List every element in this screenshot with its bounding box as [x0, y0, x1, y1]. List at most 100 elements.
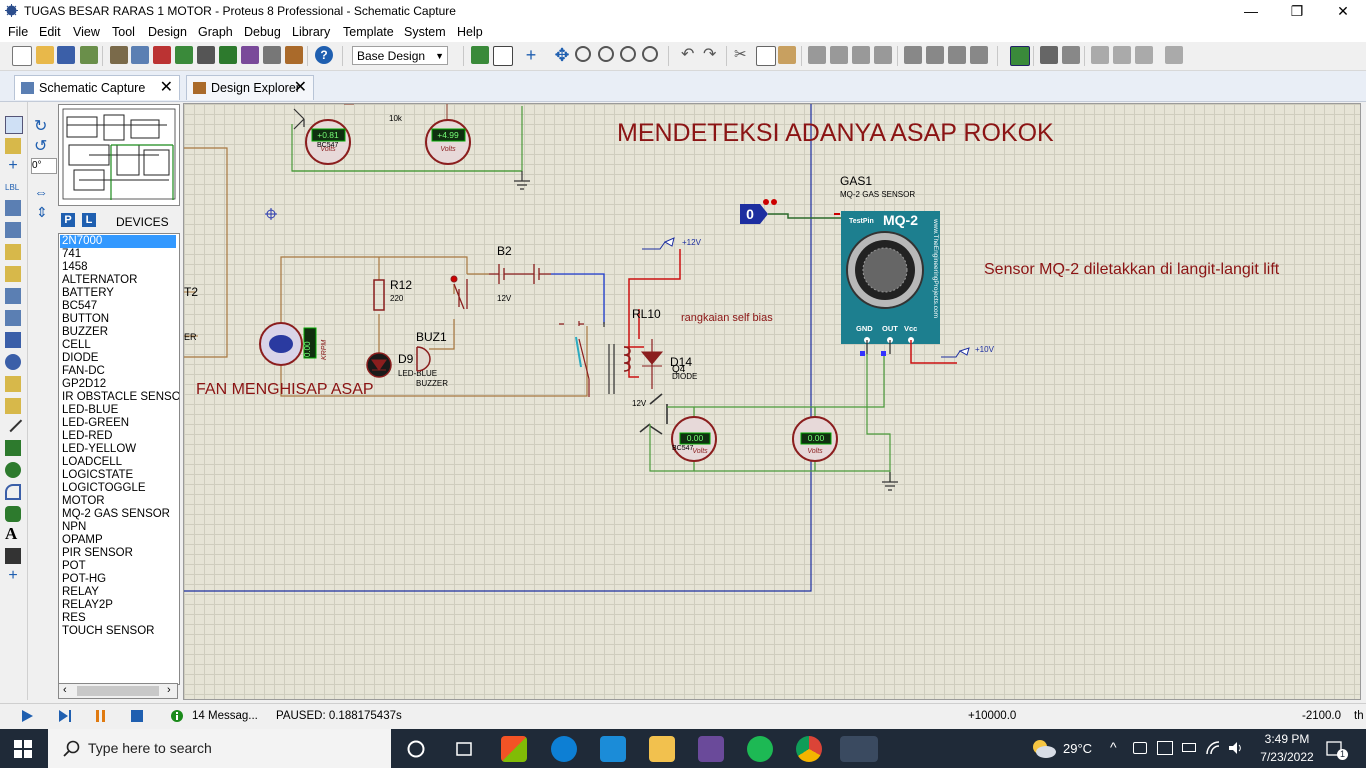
canvas-vertical-scrollbar[interactable]	[1361, 103, 1366, 700]
search-icon[interactable]	[1040, 46, 1058, 64]
device-list-item[interactable]: BATTERY	[62, 287, 114, 300]
device-list-item[interactable]: FAN-DC	[62, 365, 105, 378]
device-list-item[interactable]: TOUCH SENSOR	[62, 625, 154, 638]
device-list-item[interactable]: MQ-2 GAS SENSOR	[62, 508, 170, 521]
stop-icon[interactable]	[130, 709, 144, 723]
zoom-in-icon[interactable]	[575, 46, 591, 62]
refresh-icon[interactable]	[471, 46, 489, 64]
redo-icon[interactable]: ↷	[703, 46, 721, 64]
menu-template[interactable]: Template	[343, 25, 394, 39]
device-list-item[interactable]: LED-RED	[62, 430, 112, 443]
box-tool-icon[interactable]	[5, 440, 21, 456]
symbol-tool-icon[interactable]	[5, 548, 21, 564]
pick-device-icon[interactable]	[904, 46, 922, 64]
subcircuit-icon[interactable]	[5, 244, 21, 260]
device-list-item[interactable]: ALTERNATOR	[62, 274, 137, 287]
spotify-icon[interactable]	[747, 736, 773, 762]
bom-icon[interactable]	[219, 46, 237, 64]
menu-tool[interactable]: Tool	[112, 25, 135, 39]
devices-horizontal-scrollbar[interactable]: ‹ ›	[58, 683, 178, 699]
proteus-taskbar-icon[interactable]	[840, 736, 878, 762]
menu-view[interactable]: View	[73, 25, 100, 39]
mail-icon[interactable]	[600, 736, 626, 762]
line-tool-icon[interactable]	[3, 413, 23, 433]
rotate-anticlockwise-icon[interactable]: ↺	[34, 136, 47, 156]
origin-icon[interactable]: +	[522, 46, 540, 64]
chrome-icon[interactable]	[796, 736, 822, 762]
terminals-icon[interactable]	[5, 266, 21, 282]
close-window-button[interactable]: ✕	[1320, 0, 1366, 22]
microsoft-store-icon[interactable]	[501, 736, 527, 762]
rotate-clockwise-icon[interactable]: ↻	[34, 116, 47, 136]
new-sheet-icon[interactable]	[1091, 46, 1109, 64]
tape-recorder-icon[interactable]	[5, 332, 21, 348]
maximize-button[interactable]: ❐	[1274, 0, 1320, 22]
device-list-item[interactable]: RELAY2P	[62, 599, 113, 612]
device-list-item[interactable]: IR OBSTACLE SENSOR	[62, 391, 179, 404]
device-list-item[interactable]: CELL	[62, 339, 91, 352]
open-folder-icon[interactable]	[36, 46, 54, 64]
device-list-item[interactable]: BUZZER	[62, 326, 108, 339]
block-rotate-icon[interactable]	[852, 46, 870, 64]
menu-graph[interactable]: Graph	[198, 25, 233, 39]
step-icon[interactable]	[57, 709, 73, 723]
rotation-angle-field[interactable]: 0°	[31, 158, 57, 174]
import-icon[interactable]	[80, 46, 98, 64]
current-probe-icon[interactable]	[5, 398, 21, 414]
clock-date[interactable]: 7/23/2022	[1254, 750, 1320, 764]
webcam-tray-icon[interactable]	[1157, 741, 1173, 755]
generator-icon[interactable]	[5, 354, 21, 370]
device-list-item[interactable]: RES	[62, 612, 86, 625]
help-icon[interactable]: ?	[315, 46, 333, 64]
calculator-app-icon[interactable]	[698, 736, 724, 762]
device-list-item[interactable]: LOGICTOGGLE	[62, 482, 146, 495]
grid-toggle-icon[interactable]	[493, 46, 513, 66]
decompose-icon[interactable]	[970, 46, 988, 64]
messages-count[interactable]: 14 Messag...	[192, 710, 258, 722]
electrical-rule-check-icon[interactable]	[1165, 46, 1183, 64]
device-pins-icon[interactable]	[5, 288, 21, 304]
device-list-item[interactable]: BC547	[62, 300, 97, 313]
remove-sheet-icon[interactable]	[1113, 46, 1131, 64]
chevron-up-icon[interactable]: ^	[1110, 739, 1117, 755]
circle-tool-icon[interactable]	[5, 462, 21, 478]
device-list-item[interactable]: 1458	[62, 261, 88, 274]
devices-list[interactable]: 2N7000 741 1458 ALTERNATOR BATTERY BC547 BUTTO…	[58, 233, 180, 685]
exit-to-parent-icon[interactable]	[1135, 46, 1153, 64]
overview-window[interactable]	[58, 104, 180, 206]
pcb-icon[interactable]	[153, 46, 171, 64]
menu-design[interactable]: Design	[148, 25, 187, 39]
pick-devices-button[interactable]: P	[61, 213, 75, 227]
taskbar-search-box[interactable]: Type here to search	[48, 729, 391, 768]
design-explorer-icon[interactable]	[285, 46, 303, 64]
device-list-item[interactable]: MOTOR	[62, 495, 105, 508]
clock-time[interactable]: 3:49 PM	[1259, 732, 1315, 746]
device-list-item[interactable]: LED-BLUE	[62, 404, 118, 417]
device-list-item[interactable]: LOADCELL	[62, 456, 122, 469]
graph-mode-icon[interactable]	[5, 310, 21, 326]
menu-file[interactable]: File	[8, 25, 28, 39]
scroll-left-icon[interactable]: ‹	[63, 684, 67, 696]
device-list-item[interactable]: DIODE	[62, 352, 98, 365]
device-list-item[interactable]: NPN	[62, 521, 86, 534]
edge-icon[interactable]	[551, 736, 577, 762]
device-list-item[interactable]: POT	[62, 560, 86, 573]
schematic-canvas[interactable]: 10k +0.81 Volts BC547 +4.99 Volts MENDET…	[183, 103, 1361, 700]
block-move-icon[interactable]	[830, 46, 848, 64]
home-icon[interactable]	[110, 46, 128, 64]
zoom-all-icon[interactable]	[620, 46, 636, 62]
play-icon[interactable]	[20, 709, 34, 723]
network-tray-icon[interactable]	[1133, 742, 1147, 754]
menu-library[interactable]: Library	[292, 25, 330, 39]
device-list-item[interactable]: POT-HG	[62, 573, 106, 586]
zoom-area-icon[interactable]	[642, 46, 658, 62]
device-list-item[interactable]: LED-GREEN	[62, 417, 129, 430]
device-list-item[interactable]: RELAY	[62, 586, 99, 599]
design-select[interactable]: Base Design ▼	[352, 46, 448, 65]
menu-edit[interactable]: Edit	[39, 25, 61, 39]
junction-dot-icon[interactable]: +	[5, 158, 21, 174]
battery-tray-icon[interactable]	[1182, 743, 1196, 752]
minimize-button[interactable]: —	[1228, 0, 1274, 22]
mirror-horizontal-icon[interactable]: ⇔	[34, 184, 48, 200]
selection-mode-icon[interactable]	[5, 116, 23, 134]
